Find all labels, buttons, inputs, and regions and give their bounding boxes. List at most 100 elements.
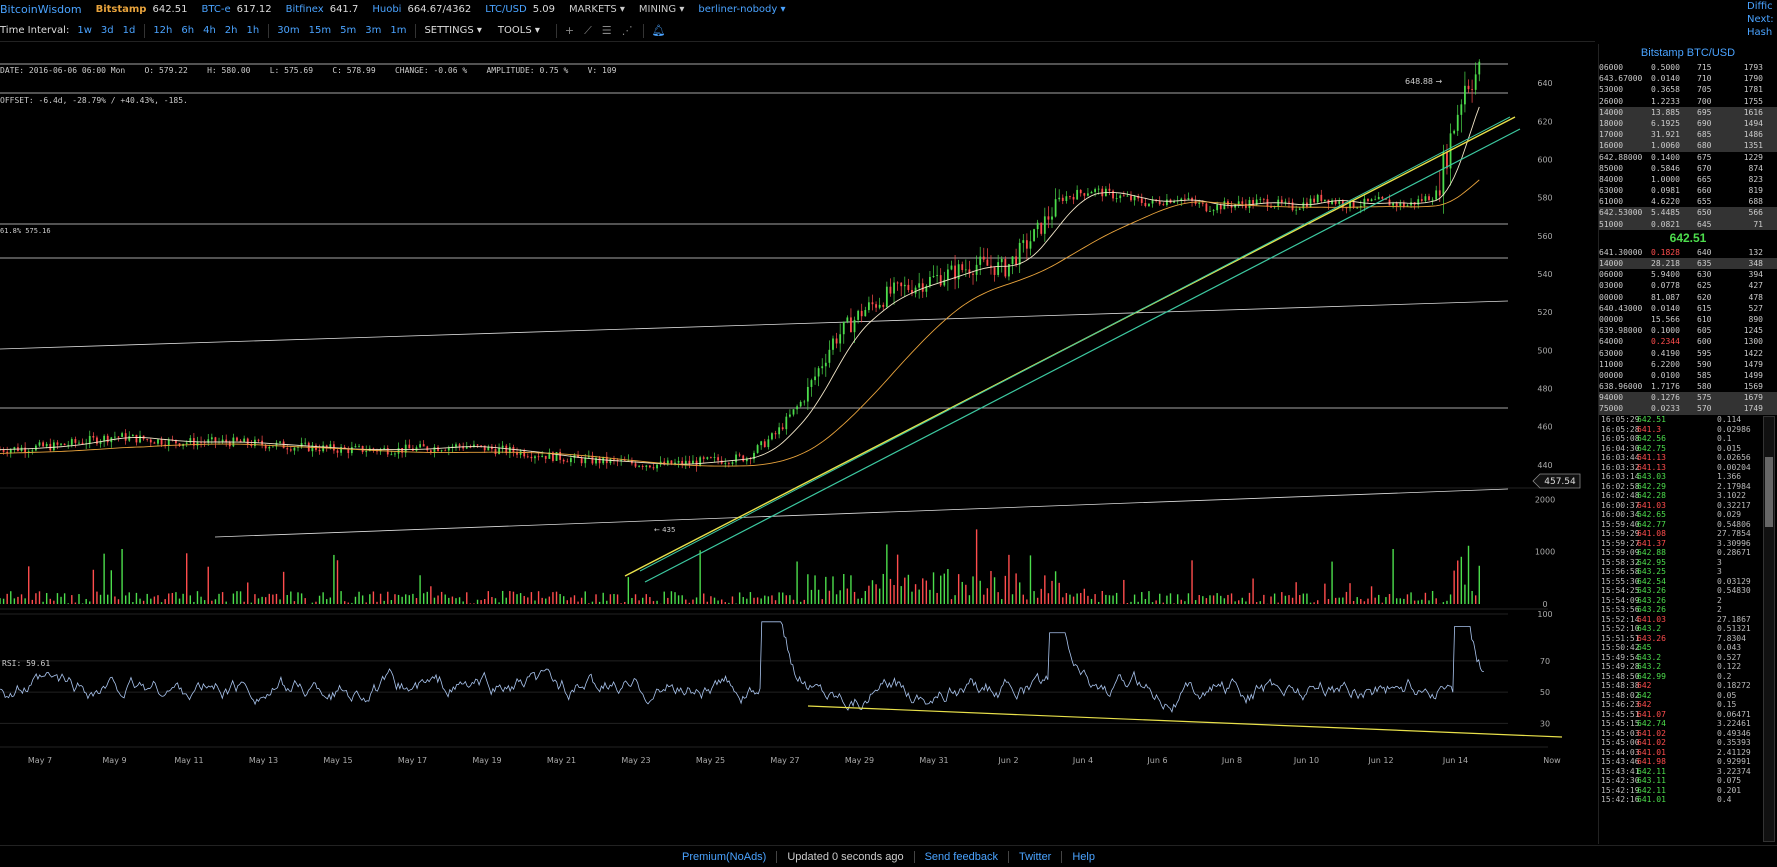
tools-dropdown[interactable]: TOOLS ▾ [498,25,540,36]
ask-price: 85000 [1599,163,1624,173]
trade-row: 15:43:41 642.11 3.22374 [1599,767,1777,777]
candle [975,255,978,282]
volume-bar [943,573,945,604]
market-link-ltcusd[interactable]: LTC/USD [485,4,526,15]
market-link-bitfinex[interactable]: Bitfinex [286,4,324,15]
ask-price: 53000 [1599,85,1624,95]
ask-row: 17000 31.921 685 1486 [1599,129,1777,141]
bell-icon[interactable]: 🔔︎ [652,24,666,37]
volume-bar [1205,598,1208,604]
volume-bar [670,591,673,604]
trade-scrollbar[interactable] [1763,416,1775,842]
trade-time: 16:03:44 [1601,453,1640,462]
volume-bar [656,600,658,604]
candle [648,465,651,469]
candle [1464,71,1466,113]
interval-1d[interactable]: 1d [123,25,136,36]
volume-bar [699,550,701,604]
volume-bar [193,601,195,604]
volume-bar [641,597,644,604]
price-chart[interactable]: RSI: 59.61 44046048050052054056058060062… [0,44,1595,844]
volume-bar [782,592,784,604]
twitter-link[interactable]: Twitter [1019,851,1051,863]
bid-row: 94000 0.1276 575 1679 [1599,392,1777,404]
interval-5m[interactable]: 5m [340,25,356,36]
candle [1137,193,1140,202]
next-link[interactable]: Next: [1747,13,1777,26]
interval-1m[interactable]: 1m [390,25,406,36]
scroll-thumb[interactable] [1765,457,1773,527]
ask-row: 18000 6.1925 690 1494 [1599,117,1777,130]
trendline-icon[interactable]: ⟋ [584,24,592,38]
volume-bar [1072,596,1075,604]
candle [900,282,903,297]
candle [598,455,601,469]
feedback-link[interactable]: Send feedback [925,851,998,863]
interval-3d[interactable]: 3d [101,25,114,36]
candle [422,440,425,447]
candle [153,441,156,444]
candle [1054,188,1057,218]
crosshair-icon[interactable]: + [565,24,574,37]
volume-bar [1378,594,1380,604]
markets-menu[interactable]: MARKETS ▾ [569,4,625,15]
premium-link[interactable]: Premium(NoAds) [682,851,766,863]
trade-amount: 0.92991 [1717,757,1751,766]
candle [210,433,213,445]
offset-line: OFFSET: -6.4d, -28.79% / +40.43%, -185. [0,96,188,105]
candle [1237,195,1240,209]
date-tick-label: Jun 8 [1221,756,1242,765]
interval-2h[interactable]: 2h [225,25,238,36]
volume-bar [1194,600,1197,604]
candle [541,451,544,458]
trade-time: 15:49:28 [1601,662,1640,671]
candle [925,284,928,298]
ask-cumulative: 1494 [1743,118,1763,128]
trade-row: 16:03:32 641.13 0.00204 [1599,463,1777,473]
settings-dropdown[interactable]: SETTINGS ▾ [424,25,481,36]
volume-bar [1284,595,1287,604]
market-link-huobi[interactable]: Huobi [372,4,401,15]
volume-bar [961,581,963,604]
interval-6h[interactable]: 6h [181,25,194,36]
interval-15m[interactable]: 15m [309,25,331,36]
candle [1043,207,1046,242]
market-link-bitstamp[interactable]: Bitstamp [96,4,147,15]
candle [415,445,418,453]
trade-row: 15:42:19 642.11 0.201 [1599,786,1777,796]
fan-icon[interactable]: ⋰ [622,24,633,37]
hash-link[interactable]: Hash [1747,26,1777,39]
bid-price: 00000 [1599,292,1624,302]
interval-12h[interactable]: 12h [153,25,172,36]
candle [419,440,421,449]
trade-row: 16:00:34 642.65 0.029 [1599,510,1777,520]
volume-bar [620,603,622,604]
difficulty-link[interactable]: Diffic [1747,0,1777,13]
candle [796,404,798,415]
mining-menu[interactable]: MINING ▾ [639,4,684,15]
help-link[interactable]: Help [1072,851,1095,863]
candle [67,440,70,449]
user-menu[interactable]: berliner-nobody ▾ [698,4,785,15]
trade-time: 15:43:46 [1601,757,1640,766]
interval-1h[interactable]: 1h [246,25,259,36]
trade-row: 15:49:54 643.2 0.527 [1599,653,1777,663]
ask-cumulative: 1616 [1743,107,1763,117]
bid-amount: 0.0778 [1651,281,1680,291]
interval-30m[interactable]: 30m [277,25,299,36]
parallel-lines-icon[interactable]: ☰ [602,24,612,37]
trade-row: 15:45:03 641.02 0.49346 [1599,729,1777,739]
order-book-title: Bitstamp BTC/USD [1640,47,1736,59]
market-link-btce[interactable]: BTC-e [201,4,230,15]
trade-price: 643.03 [1637,472,1666,481]
trade-history[interactable]: 16:05:29 642.51 0.114 16:05:28 641.3 0.02986 1… [1599,414,1777,844]
interval-3m[interactable]: 3m [365,25,381,36]
interval-1w[interactable]: 1w [77,25,92,36]
volume-bar [146,593,148,604]
trade-price: 642.11 [1637,785,1666,795]
interval-4h[interactable]: 4h [203,25,216,36]
volume-bar [1431,590,1434,604]
site-logo[interactable]: BitcoinWisdom [0,3,82,16]
volume-bar [814,575,816,604]
candle [742,454,745,463]
